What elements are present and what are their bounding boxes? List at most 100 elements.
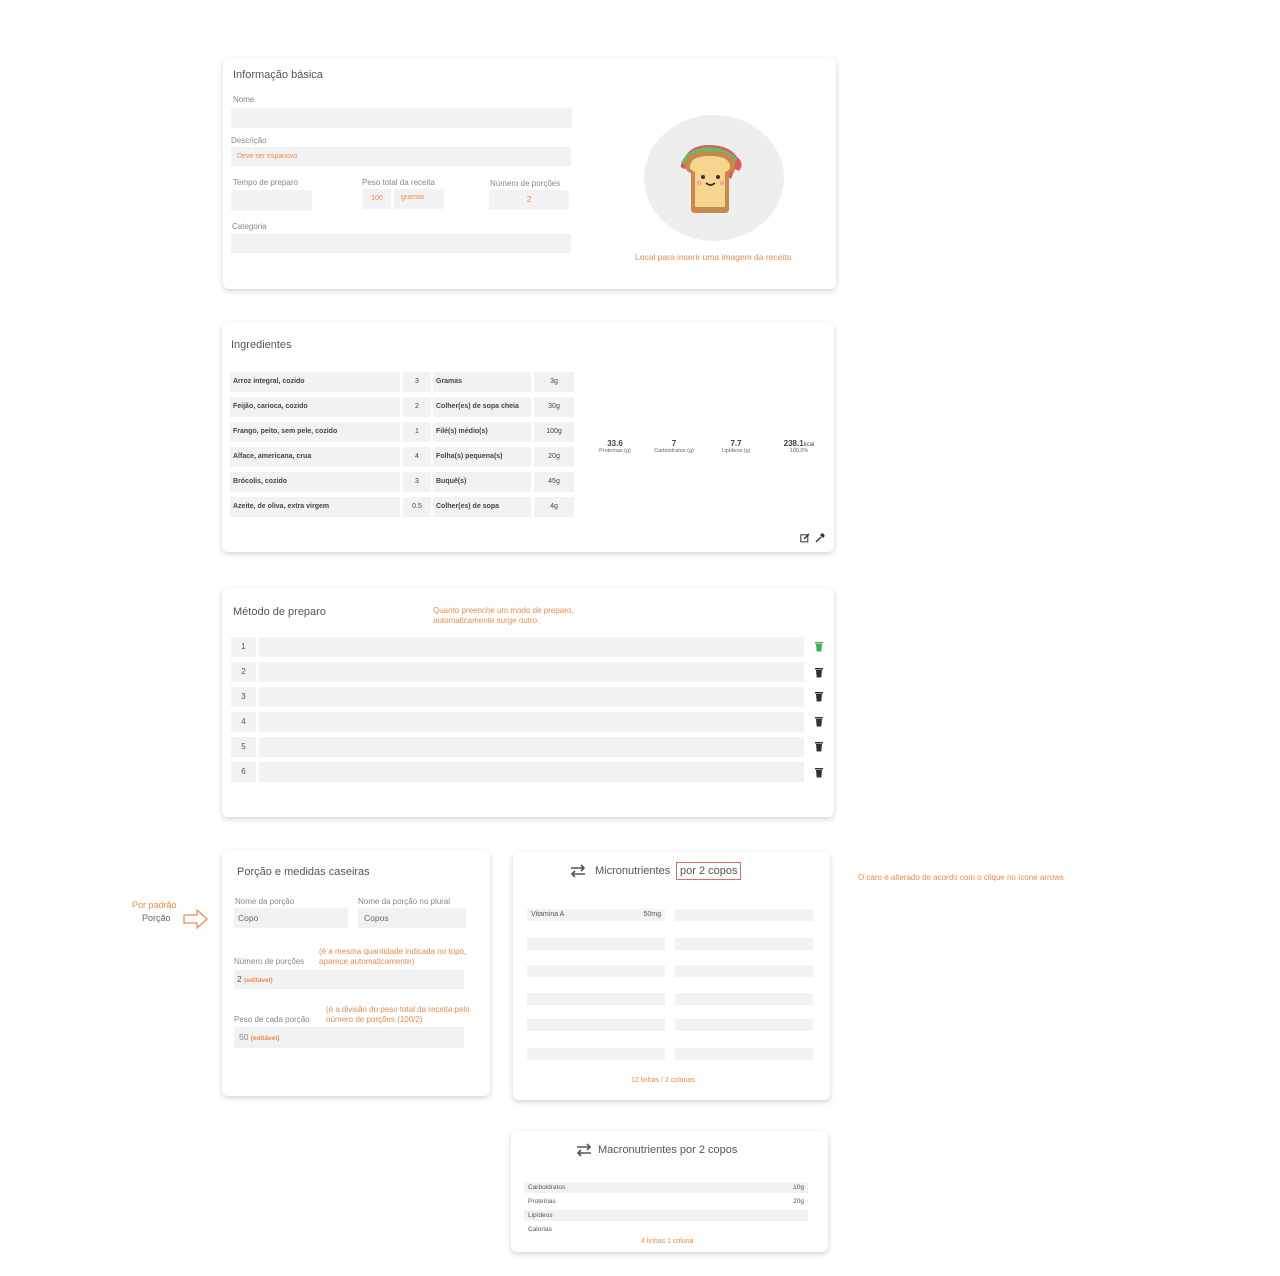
step-input[interactable] bbox=[259, 662, 804, 682]
micro-row bbox=[675, 993, 813, 1005]
step-input[interactable] bbox=[259, 712, 804, 732]
protein-total-value: 33.6 bbox=[607, 439, 623, 448]
carb-total: 7 Carboidratos (g) bbox=[648, 439, 700, 454]
edit-icon[interactable] bbox=[800, 533, 810, 543]
ingredient-qty: 3 bbox=[403, 472, 431, 492]
swap-arrows-icon[interactable] bbox=[570, 864, 586, 878]
editable-tag: (editável) bbox=[250, 1035, 280, 1042]
ingredients-title: Ingredientes bbox=[231, 339, 292, 351]
tempo-input[interactable] bbox=[231, 190, 312, 211]
micro-row bbox=[675, 965, 813, 977]
protein-total-label: Proteínas (g) bbox=[599, 448, 631, 454]
image-note: Local para inserir uma imagem da receita bbox=[635, 252, 792, 262]
macro-row-name: Proteínas bbox=[528, 1198, 556, 1205]
default-note-title: Por padrão bbox=[132, 900, 177, 910]
portion-plural-input[interactable]: Copos bbox=[358, 908, 466, 928]
trash-icon[interactable] bbox=[814, 667, 824, 678]
ingredient-qty: 2 bbox=[403, 397, 431, 417]
categoria-label: Categoria bbox=[232, 222, 267, 231]
trash-icon[interactable] bbox=[814, 767, 824, 778]
peso-input[interactable]: 100 bbox=[363, 189, 391, 209]
micro-row-name: Vitamina A bbox=[531, 911, 565, 918]
micro-card: Micronutrientes por 2 copos Vitamina A 50… bbox=[513, 852, 830, 1100]
ingredient-weight: 100g bbox=[534, 422, 574, 442]
ingredient-weight: 20g bbox=[534, 447, 574, 467]
porcoes-label: Número de porções bbox=[490, 179, 561, 188]
macro-row-value: 20g bbox=[793, 1198, 804, 1205]
ingredient-name: Alface, americana, crua bbox=[230, 447, 400, 467]
portion-title: Porção e medidas caseiras bbox=[237, 866, 370, 878]
peso-label: Peso total da receita bbox=[362, 178, 435, 187]
step-input[interactable] bbox=[259, 637, 804, 657]
porcoes-input[interactable]: 2 bbox=[489, 190, 569, 210]
ingredient-qty: 1 bbox=[403, 422, 431, 442]
basic-info-card: Informação básica Nome Descrição Deve se… bbox=[223, 58, 836, 289]
recipe-image-placeholder[interactable] bbox=[644, 115, 784, 241]
macro-row: Proteínas 20g bbox=[524, 1196, 808, 1207]
macro-row-name: Calorias bbox=[528, 1226, 552, 1233]
trash-icon[interactable] bbox=[814, 716, 824, 727]
descricao-value: Deve ser espanovo bbox=[237, 153, 298, 160]
trash-icon[interactable] bbox=[814, 741, 824, 752]
micro-title: Micronutrientes bbox=[595, 865, 671, 877]
eyedropper-icon[interactable] bbox=[815, 533, 825, 543]
portion-name-input[interactable]: Copo bbox=[234, 908, 348, 928]
micro-side-note: O caro é alterado de acordo com o clique… bbox=[858, 873, 1064, 882]
portion-plural-label: Nome da porção no plural bbox=[358, 897, 451, 906]
macro-footer: 4 linhas 1 coluna bbox=[641, 1238, 694, 1245]
ingredient-weight: 3g bbox=[534, 372, 574, 392]
peso-unit-select[interactable]: gramas bbox=[394, 189, 444, 209]
method-card: Método de preparo Quanto preenche um mod… bbox=[222, 588, 834, 817]
portion-count-note: (é a mesma quantidade indicada no topo, … bbox=[319, 947, 467, 966]
descricao-input[interactable]: Deve ser espanovo bbox=[231, 147, 571, 166]
swap-arrows-icon[interactable] bbox=[576, 1143, 592, 1157]
editable-tag: (editável) bbox=[244, 977, 273, 984]
macro-row-name: Carboidratos bbox=[528, 1184, 566, 1191]
portion-weight-label: Peso de cada porção bbox=[234, 1015, 310, 1024]
sandwich-icon bbox=[680, 145, 742, 213]
micro-row bbox=[527, 965, 665, 977]
ingredient-name: Azeite, de oliva, extra virgem bbox=[230, 497, 400, 517]
step-number: 1 bbox=[231, 637, 256, 657]
ingredient-qty: 3 bbox=[403, 372, 431, 392]
step-number: 3 bbox=[231, 687, 256, 707]
micro-row bbox=[675, 1048, 813, 1060]
lipid-total-label: Lipídeos (g) bbox=[721, 448, 751, 454]
micro-row bbox=[527, 1019, 665, 1031]
portion-count-label: Número de porções bbox=[234, 957, 305, 966]
portion-name-label: Nome da porção bbox=[235, 897, 295, 906]
step-input[interactable] bbox=[259, 737, 804, 757]
macro-title: Macronutrientes por 2 copos bbox=[598, 1144, 738, 1156]
kcal-pct: 100.0% bbox=[789, 448, 809, 454]
trash-icon[interactable] bbox=[814, 691, 824, 702]
ingredient-name: Feijão, carioca, cozido bbox=[230, 397, 400, 417]
step-number: 4 bbox=[231, 712, 256, 732]
ingredient-qty: 0.5 bbox=[403, 497, 431, 517]
nome-label: Nome bbox=[233, 95, 255, 104]
peso-value: 100 bbox=[371, 195, 383, 202]
default-note-value: Porção bbox=[142, 913, 171, 923]
portion-count-input[interactable]: 2 (editável) bbox=[234, 970, 464, 989]
descricao-label: Descrição bbox=[231, 136, 267, 145]
categoria-select[interactable] bbox=[231, 234, 571, 253]
protein-total: 33.6 Proteínas (g) bbox=[590, 439, 640, 454]
portion-weight-value: 50 bbox=[239, 1032, 249, 1042]
ingredient-weight: 30g bbox=[534, 397, 574, 417]
trash-icon[interactable] bbox=[814, 641, 824, 652]
step-input[interactable] bbox=[259, 687, 804, 707]
micro-row bbox=[527, 938, 665, 950]
ingredient-weight: 45g bbox=[534, 472, 574, 492]
step-input[interactable] bbox=[259, 762, 804, 782]
micro-row bbox=[675, 1019, 813, 1031]
portion-weight-input[interactable]: 50 (editável) bbox=[234, 1027, 464, 1048]
nome-input[interactable] bbox=[231, 108, 572, 128]
ingredient-unit: Folha(s) pequena(s) bbox=[433, 447, 531, 467]
macro-row: Lipídeos bbox=[524, 1210, 808, 1221]
portion-plural-value: Copos bbox=[364, 913, 389, 923]
kcal-total-value: 238.1 bbox=[783, 439, 804, 448]
porcoes-value: 2 bbox=[526, 195, 532, 204]
ingredient-unit: Colher(es) de sopa bbox=[433, 497, 531, 517]
ingredient-unit: Gramas bbox=[433, 372, 531, 392]
method-title: Método de preparo bbox=[233, 606, 326, 618]
carb-total-value: 7 bbox=[671, 439, 677, 448]
